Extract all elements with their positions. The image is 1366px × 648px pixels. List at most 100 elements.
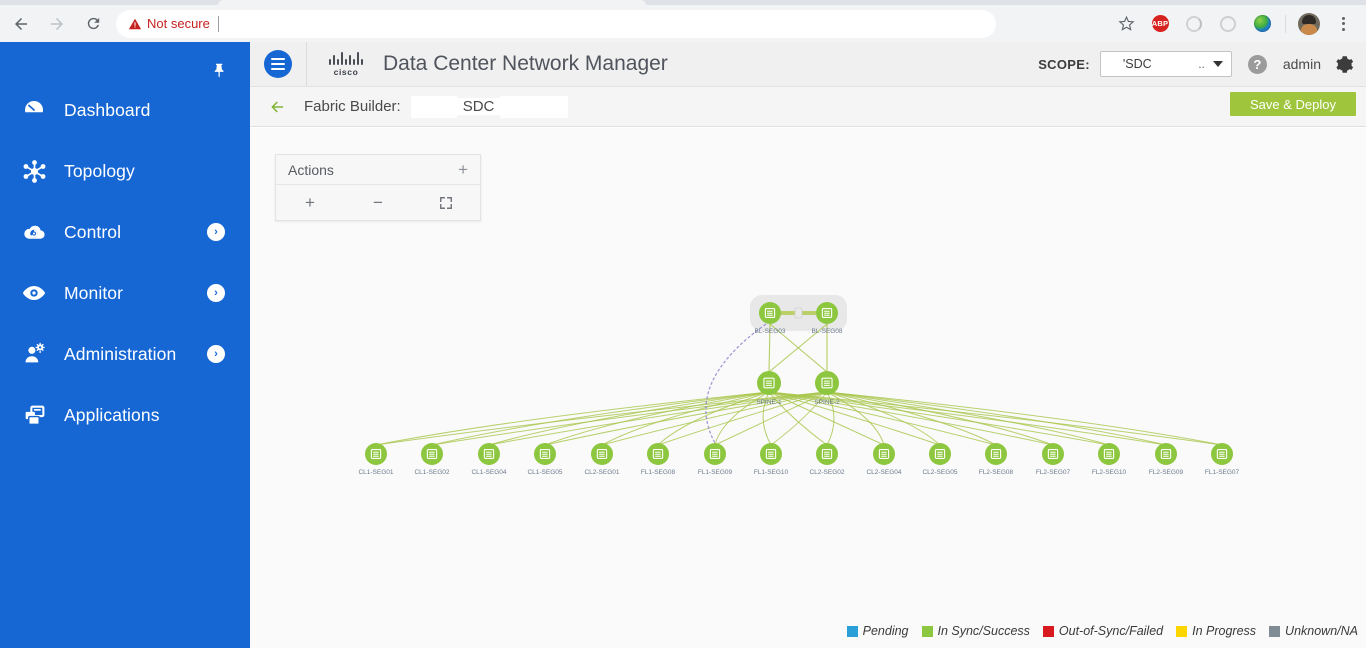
topology-node[interactable]: CL1-SEG04	[471, 443, 507, 476]
node-label: FL1-SEG10	[754, 469, 789, 476]
sidebar-item-applications[interactable]: Applications	[0, 393, 250, 437]
fit-screen-button[interactable]	[412, 185, 480, 220]
zoom-in-button[interactable]: +	[276, 185, 344, 220]
topology-link[interactable]	[768, 391, 1054, 446]
node-label: CL1-SEG04	[471, 469, 506, 476]
security-status-chip[interactable]: Not secure	[128, 16, 210, 31]
node-label: CL1-SEG02	[414, 469, 449, 476]
legend-item: Pending	[846, 624, 909, 638]
browser-chrome: Not secure ABP	[0, 0, 1366, 42]
fabric-name-blank-left	[410, 95, 457, 118]
sidebar-item-monitor[interactable]: Monitor ›	[0, 271, 250, 315]
topology-node[interactable]: FL2-SEG09	[1149, 443, 1184, 476]
actions-expand-button[interactable]: +	[458, 161, 468, 178]
save-deploy-button[interactable]: Save & Deploy	[1230, 92, 1356, 116]
avatar[interactable]	[1295, 10, 1323, 38]
extension-gray-1-icon[interactable]	[1180, 10, 1208, 38]
topology-node[interactable]: FL1-SEG07	[1205, 443, 1240, 476]
legend-swatch	[1042, 625, 1054, 637]
legend-item: Out-of-Sync/Failed	[1042, 624, 1164, 638]
topology-node[interactable]: CL1-SEG02	[414, 443, 450, 476]
download-manager-icon[interactable]	[1248, 10, 1276, 38]
legend-swatch	[1269, 625, 1281, 637]
topology-node[interactable]: FL1-SEG08	[641, 443, 676, 476]
topology-links	[375, 295, 1223, 446]
gear-icon[interactable]	[1335, 55, 1354, 74]
fabric-builder-label: Fabric Builder:	[304, 98, 401, 115]
node-label: CL2-SEG05	[922, 469, 957, 476]
adblock-plus-icon[interactable]: ABP	[1146, 10, 1174, 38]
zoom-out-button[interactable]: −	[344, 185, 412, 220]
hamburger-menu-icon[interactable]	[264, 50, 292, 78]
extension-gray-2-icon[interactable]	[1214, 10, 1242, 38]
security-warning-text: Not secure	[147, 16, 210, 31]
legend-label: Pending	[862, 624, 909, 638]
legend-swatch	[921, 625, 933, 637]
eye-icon	[12, 280, 56, 306]
sidebar-item-topology[interactable]: Topology	[0, 149, 250, 193]
node-label: CL1-SEG01	[358, 469, 393, 476]
node-label: CL2-SEG04	[866, 469, 901, 476]
scope-ellipsis: ..	[1198, 57, 1205, 71]
pin-icon[interactable]	[206, 58, 230, 82]
back-arrow-icon[interactable]	[266, 98, 288, 116]
applications-icon	[12, 403, 56, 428]
omnibox[interactable]: Not secure	[116, 9, 996, 38]
actions-body: + −	[276, 185, 480, 220]
cisco-wordmark: cisco	[333, 66, 359, 77]
topology-node[interactable]: CL1-SEG05	[527, 443, 563, 476]
legend-item: Unknown/NA	[1269, 624, 1358, 638]
topology-link[interactable]	[544, 391, 828, 446]
legend-label: Out-of-Sync/Failed	[1058, 624, 1164, 638]
help-icon[interactable]: ?	[1247, 54, 1267, 74]
sidebar-item-administration[interactable]: Administration ›	[0, 332, 250, 376]
star-icon[interactable]	[1112, 10, 1140, 38]
topology-canvas[interactable]: CL1-SEG01 CL1-SEG02 CL1-SEG04 CL1-SEG05 CL2-…	[250, 128, 1366, 648]
sidebar-item-control[interactable]: Control ›	[0, 210, 250, 254]
topology-node[interactable]: FL1-SEG09	[698, 443, 733, 476]
topology-node[interactable]: CL2-SEG05	[922, 443, 958, 476]
sidebar-item-label: Administration	[64, 343, 177, 364]
kebab-menu-icon[interactable]	[1329, 10, 1357, 38]
topology-node[interactable]: FL2-SEG08	[979, 443, 1014, 476]
url-input[interactable]	[226, 12, 990, 35]
chevron-right-icon[interactable]: ›	[207, 223, 225, 241]
actions-header: Actions +	[276, 155, 480, 185]
user-gear-icon	[12, 342, 56, 367]
user-menu[interactable]: admin	[1283, 56, 1321, 72]
sidebar-item-label: Applications	[64, 404, 160, 425]
topology-node[interactable]: FL1-SEG10	[754, 443, 789, 476]
chevron-down-icon[interactable]	[1212, 61, 1223, 67]
app-header: cisco Data Center Network Manager SCOPE:…	[250, 41, 1366, 87]
adblock-plus-label: ABP	[1151, 15, 1169, 32]
actions-panel[interactable]: Actions + + −	[275, 154, 481, 221]
topology-icon	[12, 159, 56, 184]
scope-dropdown[interactable]: 'SDC ..	[1099, 51, 1232, 77]
topology-node[interactable]: CL2-SEG01	[584, 443, 620, 476]
reload-icon[interactable]	[78, 9, 108, 39]
topology-node[interactable]: FL2-SEG07	[1036, 443, 1071, 476]
node-label: BL-SEG08	[811, 328, 842, 335]
node-label: FL2-SEG10	[1092, 469, 1127, 476]
legend-label: In Sync/Success	[937, 624, 1030, 638]
topology-node[interactable]: FL2-SEG10	[1092, 443, 1127, 476]
legend-swatch	[846, 625, 858, 637]
topology-node[interactable]: CL1-SEG01	[358, 443, 394, 476]
topology-node[interactable]: CL2-SEG02	[809, 443, 845, 476]
topology-node[interactable]: CL2-SEG04	[866, 443, 902, 476]
chevron-right-icon[interactable]: ›	[207, 345, 225, 363]
chevron-right-icon[interactable]: ›	[207, 284, 225, 302]
dashboard-icon	[12, 98, 56, 122]
legend-label: In Progress	[1192, 624, 1257, 638]
status-legend: Pending In Sync/Success Out-of-Sync/Failed…	[846, 624, 1358, 638]
fabric-name-blank-right	[500, 95, 569, 118]
fabric-name: SDC	[456, 98, 501, 115]
topology-link[interactable]	[657, 391, 828, 446]
back-arrow-icon[interactable]	[6, 9, 36, 39]
sidebar-item-dashboard[interactable]: Dashboard	[0, 88, 250, 132]
link-badge[interactable]	[794, 307, 803, 319]
topology-node[interactable]: SPINE-1	[756, 371, 782, 406]
topology-node[interactable]: SPINE-2	[814, 371, 840, 406]
node-label: SPINE-1	[756, 399, 782, 406]
forward-arrow-icon	[42, 9, 72, 39]
